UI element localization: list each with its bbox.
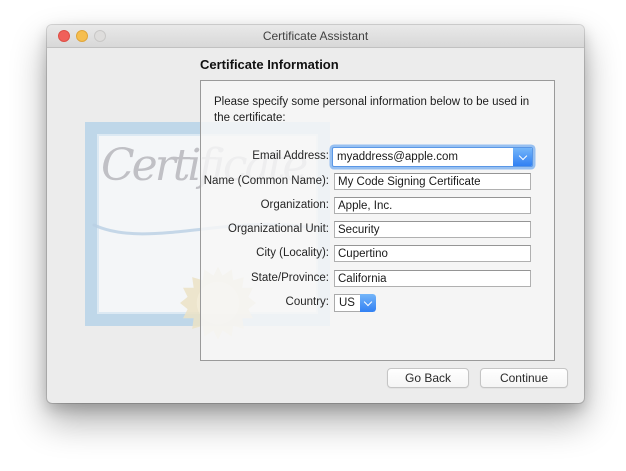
email-dropdown-button[interactable] xyxy=(513,148,532,166)
chevron-down-icon xyxy=(518,151,526,159)
intro-text: Please specify some personal information… xyxy=(214,95,546,126)
country-input[interactable] xyxy=(334,294,360,312)
email-address-input[interactable] xyxy=(333,148,513,166)
title-bar[interactable]: Certificate Assistant xyxy=(47,25,584,48)
chevron-down-icon xyxy=(364,297,372,305)
email-address-combobox[interactable] xyxy=(332,147,533,167)
continue-button[interactable]: Continue xyxy=(480,368,568,388)
state-province-label: State/Province: xyxy=(201,272,329,284)
certificate-assistant-window: Certificate Assistant Certificate Inform… xyxy=(47,25,584,403)
organization-label: Organization: xyxy=(201,199,329,211)
common-name-label: Name (Common Name): xyxy=(201,175,329,187)
country-label: Country: xyxy=(201,296,329,308)
window-title: Certificate Assistant xyxy=(47,25,584,47)
organizational-unit-label: Organizational Unit: xyxy=(201,223,329,235)
go-back-button[interactable]: Go Back xyxy=(387,368,469,388)
state-province-input[interactable] xyxy=(334,270,531,287)
common-name-input[interactable] xyxy=(334,173,531,190)
organizational-unit-input[interactable] xyxy=(334,221,531,238)
email-address-label: Email Address: xyxy=(201,150,329,162)
page-title: Certificate Information xyxy=(200,57,339,72)
organization-input[interactable] xyxy=(334,197,531,214)
certificate-info-panel: Please specify some personal information… xyxy=(200,80,555,361)
country-dropdown-button[interactable] xyxy=(360,294,376,312)
country-combobox[interactable] xyxy=(334,294,376,312)
city-label: City (Locality): xyxy=(201,247,329,259)
city-input[interactable] xyxy=(334,245,531,262)
